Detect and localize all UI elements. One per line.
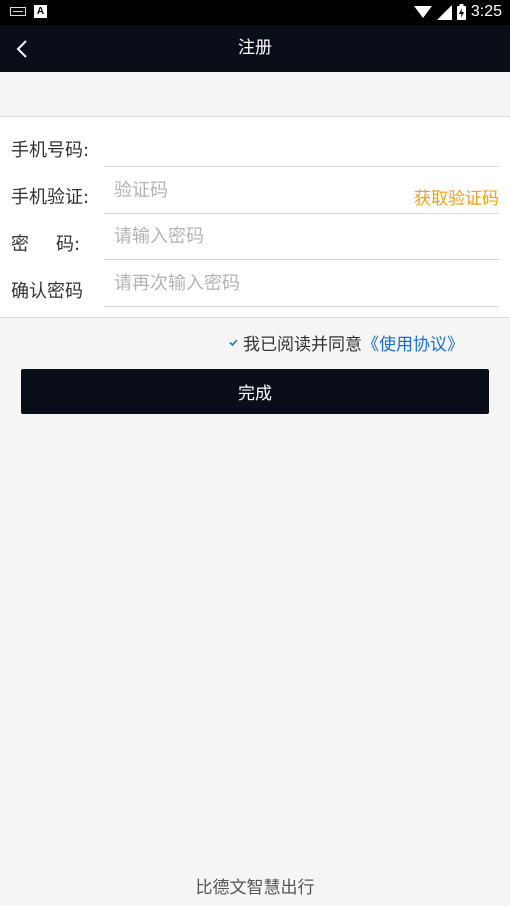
battery-icon	[456, 4, 466, 20]
check-icon	[228, 339, 238, 347]
password-row: 密码:	[0, 214, 510, 261]
terms-link[interactable]: 《使用协议》	[362, 330, 464, 355]
nav-bar: 注册	[0, 25, 510, 72]
phone-label: 手机号码:	[11, 140, 90, 161]
password-input[interactable]	[104, 214, 499, 260]
submit-button[interactable]: 完成	[21, 369, 489, 414]
verify-row: 手机验证: 获取验证码	[0, 166, 510, 214]
password-label: 密码:	[11, 234, 81, 255]
page-title: 注册	[238, 38, 272, 58]
get-code-button[interactable]: 获取验证码	[414, 184, 499, 209]
phone-input[interactable]	[104, 121, 499, 167]
status-bar: A 3:25	[0, 0, 510, 25]
verify-label: 手机验证:	[11, 187, 90, 208]
signal-icon	[436, 4, 452, 20]
agreement-row: 我已阅读并同意 《使用协议》	[228, 330, 464, 355]
status-time: 3:25	[470, 3, 502, 20]
registration-form: 手机号码: 手机验证: 获取验证码 密码: 确认密码	[0, 116, 510, 318]
confirm-password-input[interactable]	[104, 261, 499, 307]
agreement-checkbox[interactable]	[228, 338, 238, 348]
confirm-row: 确认密码	[0, 261, 510, 308]
wifi-icon	[413, 6, 432, 18]
confirm-password-label: 确认密码	[11, 281, 83, 302]
keyboard-icon	[10, 7, 26, 16]
phone-row: 手机号码:	[0, 117, 510, 167]
footer-brand: 比德文智慧出行	[195, 878, 315, 898]
a-icon: A	[34, 5, 47, 18]
agreement-text: 我已阅读并同意	[243, 335, 362, 355]
